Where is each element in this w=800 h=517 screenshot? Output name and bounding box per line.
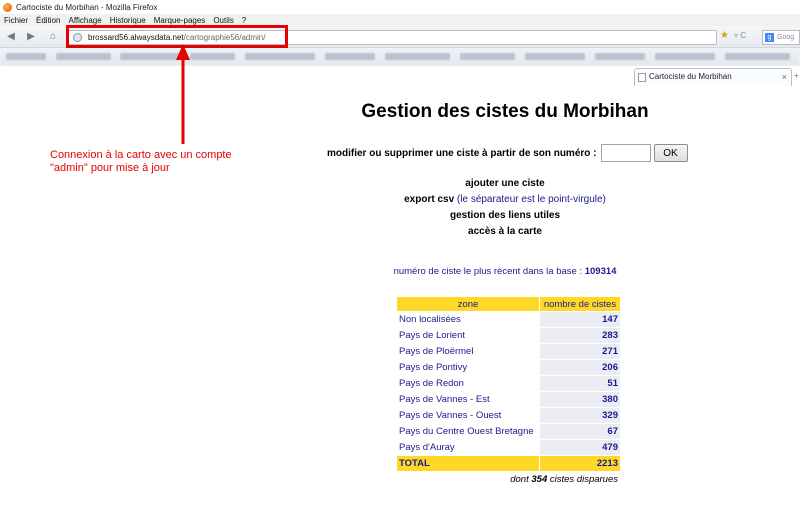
zone-count: 271: [540, 344, 620, 359]
export-csv-note: (le séparateur est le point-virgule): [456, 194, 606, 205]
tab-cartociste[interactable]: Cartociste du Morbihan ×: [634, 68, 792, 86]
disparues-suffix: cistes disparues: [549, 474, 618, 485]
table-row: Non localisées 147: [397, 312, 620, 327]
table-total-row: TOTAL 2213: [397, 456, 620, 471]
add-ciste-link[interactable]: ajouter une ciste: [330, 178, 680, 189]
search-placeholder: Goog: [777, 34, 795, 41]
header-zone: zone: [397, 297, 539, 311]
zone-count: 283: [540, 328, 620, 343]
total-label: TOTAL: [397, 456, 539, 471]
zone-link[interactable]: Pays d'Auray: [397, 440, 539, 455]
ok-button[interactable]: OK: [653, 144, 688, 162]
modify-ciste-form: modifier ou supprimer une ciste à partir…: [327, 143, 688, 163]
zones-table: zone nombre de cistes Non localisées 147 …: [396, 296, 621, 472]
firefox-icon: [3, 2, 12, 12]
disparues-note: dont 354 cistes disparues: [396, 474, 618, 485]
table-row: Pays de Redon 51: [397, 376, 620, 391]
disparues-value: 354: [531, 474, 548, 485]
zone-count: 380: [540, 392, 620, 407]
table-row: Pays de Vannes - Ouest 329: [397, 408, 620, 423]
annotation-line-2: "admin" pour mise à jour: [50, 162, 170, 174]
menu-marque-pages[interactable]: Marque-pages: [154, 16, 206, 25]
zone-count: 51: [540, 376, 620, 391]
export-csv-row: export csv (le séparateur est le point-v…: [330, 194, 680, 205]
zone-count: 479: [540, 440, 620, 455]
map-access-link[interactable]: accès à la carte: [330, 226, 680, 237]
menu-historique[interactable]: Historique: [110, 16, 146, 25]
export-csv-link[interactable]: export csv: [404, 194, 454, 205]
table-row: Pays de Vannes - Est 380: [397, 392, 620, 407]
latest-label: numéro de ciste le plus récent dans la b…: [393, 266, 583, 277]
window-title: Cartociste du Morbihan - Mozilla Firefox: [16, 2, 158, 12]
close-tab-icon[interactable]: ×: [782, 69, 787, 85]
menu-fichier[interactable]: Fichier: [4, 16, 28, 25]
home-icon[interactable]: ⌂: [46, 30, 60, 44]
back-icon[interactable]: ◀: [4, 30, 18, 44]
header-count: nombre de cistes: [540, 297, 620, 311]
window-titlebar: Cartociste du Morbihan - Mozilla Firefox: [0, 0, 800, 14]
useful-links-link[interactable]: gestion des liens utiles: [330, 210, 680, 221]
forward-icon[interactable]: ▶: [24, 30, 38, 44]
zone-link[interactable]: Pays du Centre Ouest Bretagne: [397, 424, 539, 439]
bookmarks-toolbar: [0, 48, 800, 66]
annotation-line-1: Connexion à la carto avec un compte: [50, 149, 232, 161]
total-value: 2213: [540, 456, 620, 471]
modify-label: modifier ou supprimer une ciste à partir…: [327, 147, 597, 159]
zone-link[interactable]: Pays de Vannes - Est: [397, 392, 539, 407]
latest-ciste-info: numéro de ciste le plus récent dans la b…: [330, 266, 680, 277]
menu-affichage[interactable]: Affichage: [68, 16, 101, 25]
table-row: Pays de Pontivy 206: [397, 360, 620, 375]
new-tab-icon[interactable]: +: [794, 71, 799, 80]
bookmark-star-icon[interactable]: ★: [720, 30, 729, 41]
tab-title: Cartociste du Morbihan: [649, 72, 732, 81]
zone-link[interactable]: Pays de Lorient: [397, 328, 539, 343]
ciste-number-input[interactable]: [600, 144, 651, 162]
tab-strip: Cartociste du Morbihan × +: [0, 66, 800, 86]
url-dropdown-icon[interactable]: ▿ C: [734, 31, 746, 40]
table-row: Pays de Lorient 283: [397, 328, 620, 343]
table-header-row: zone nombre de cistes: [397, 297, 620, 311]
zone-link[interactable]: Non localisées: [397, 312, 539, 327]
zone-link[interactable]: Pays de Vannes - Ouest: [397, 408, 539, 423]
zone-count: 329: [540, 408, 620, 423]
google-icon: g: [765, 33, 774, 42]
zone-count: 206: [540, 360, 620, 375]
disparues-prefix: dont: [510, 474, 529, 485]
menu-aide[interactable]: ?: [242, 16, 246, 25]
zone-count: 67: [540, 424, 620, 439]
table-row: Pays du Centre Ouest Bretagne 67: [397, 424, 620, 439]
page-title: Gestion des cistes du Morbihan: [361, 101, 649, 122]
annotation-arrow-icon: [176, 44, 190, 144]
annotation-note: Connexion à la carto avec un compte "adm…: [50, 149, 290, 175]
page-icon: [638, 73, 646, 82]
table-row: Pays de Ploërmel 271: [397, 344, 620, 359]
search-box[interactable]: g Goog: [762, 30, 800, 45]
zone-link[interactable]: Pays de Ploërmel: [397, 344, 539, 359]
zone-count: 147: [540, 312, 620, 327]
menu-edition[interactable]: Édition: [36, 16, 60, 25]
table-row: Pays d'Auray 479: [397, 440, 620, 455]
latest-value: 109314: [584, 266, 617, 277]
menu-outils[interactable]: Outils: [213, 16, 233, 25]
zone-link[interactable]: Pays de Pontivy: [397, 360, 539, 375]
zone-link[interactable]: Pays de Redon: [397, 376, 539, 391]
